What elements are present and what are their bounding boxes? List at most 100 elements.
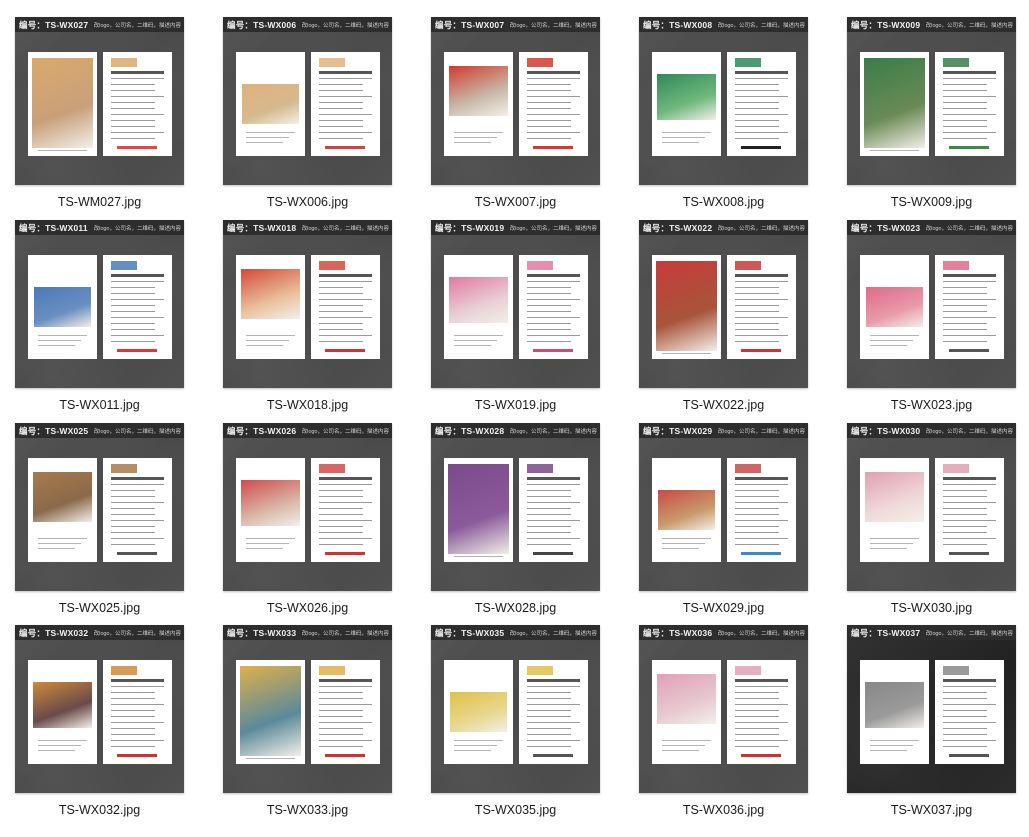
file-tile[interactable]: 编号：TS-WX018 改logo，公司名，二维码，描述内容 TS-WX018.jp…	[223, 220, 431, 420]
file-thumbnail[interactable]: 编号：TS-WX035 改logo，公司名，二维码，描述内容	[431, 625, 600, 793]
file-name[interactable]: TS-WX037.jpg	[847, 803, 1016, 817]
file-name[interactable]: TS-WX019.jpg	[431, 398, 600, 412]
form-line	[527, 686, 580, 687]
file-thumbnail[interactable]: 编号：TS-WX022 改logo，公司名，二维码，描述内容	[639, 220, 808, 388]
form-line	[111, 526, 155, 527]
text-line	[246, 340, 289, 341]
file-thumbnail[interactable]: 编号：TS-WX033 改logo，公司名，二维码，描述内容	[223, 625, 392, 793]
file-name[interactable]: TS-WX036.jpg	[639, 803, 808, 817]
file-name[interactable]: TS-WX008.jpg	[639, 195, 808, 209]
card-title-bar	[319, 679, 372, 682]
card-illustration	[864, 58, 925, 148]
form-line	[319, 734, 363, 735]
card-footer-mark	[117, 349, 157, 352]
file-name[interactable]: TS-WX030.jpg	[847, 601, 1016, 615]
form-line	[943, 532, 987, 533]
file-name[interactable]: TS-WX028.jpg	[431, 601, 600, 615]
form-line	[943, 746, 987, 747]
file-tile[interactable]: 编号：TS-WX023 改logo，公司名，二维码，描述内容 TS-WX023.jp…	[847, 220, 1029, 420]
file-tile[interactable]: 编号：TS-WX035 改logo，公司名，二维码，描述内容 TS-WX035.jp…	[431, 625, 639, 825]
file-name[interactable]: TS-WX009.jpg	[847, 195, 1016, 209]
file-thumbnail[interactable]: 编号：TS-WX019 改logo，公司名，二维码，描述内容	[431, 220, 600, 388]
file-tile[interactable]: 编号：TS-WX027 改logo，公司名，二维码，描述内容 TS-WM027.jp…	[15, 17, 223, 217]
file-tile[interactable]: 编号：TS-WX030 改logo，公司名，二维码，描述内容 TS-WX030.jp…	[847, 423, 1029, 623]
file-thumbnail[interactable]: 编号：TS-WX009 改logo，公司名，二维码，描述内容	[847, 17, 1016, 185]
file-tile[interactable]: 编号：TS-WX026 改logo，公司名，二维码，描述内容 TS-WX026.jp…	[223, 423, 431, 623]
text-line	[454, 345, 491, 346]
file-tile[interactable]: 编号：TS-WX019 改logo，公司名，二维码，描述内容 TS-WX019.jp…	[431, 220, 639, 420]
card-back-preview	[519, 52, 588, 156]
form-line	[111, 508, 155, 509]
text-line	[662, 137, 705, 138]
card-title-bar	[527, 477, 580, 480]
file-name[interactable]: TS-WX032.jpg	[15, 803, 184, 817]
form-line	[319, 323, 363, 324]
header-description: 改logo，公司名，二维码，描述内容	[93, 428, 181, 435]
file-name[interactable]: TS-WX023.jpg	[847, 398, 1016, 412]
file-tile[interactable]: 编号：TS-WX028 改logo，公司名，二维码，描述内容 TS-WX028.jp…	[431, 423, 639, 623]
file-thumbnail[interactable]: 编号：TS-WX006 改logo，公司名，二维码，描述内容	[223, 17, 392, 185]
file-name[interactable]: TS-WX029.jpg	[639, 601, 808, 615]
file-thumbnail[interactable]: 编号：TS-WX028 改logo，公司名，二维码，描述内容	[431, 423, 600, 591]
file-thumbnail[interactable]: 编号：TS-WX026 改logo，公司名，二维码，描述内容	[223, 423, 392, 591]
file-tile[interactable]: 编号：TS-WX037 改logo，公司名，二维码，描述内容 TS-WX037.jp…	[847, 625, 1029, 825]
form-line	[735, 526, 779, 527]
file-name[interactable]: TS-WM027.jpg	[15, 195, 184, 209]
file-tile[interactable]: 编号：TS-WX032 改logo，公司名，二维码，描述内容 TS-WX032.jp…	[15, 625, 223, 825]
form-line	[319, 78, 372, 79]
file-thumbnail[interactable]: 编号：TS-WX037 改logo，公司名，二维码，描述内容	[847, 625, 1016, 793]
product-code: 编号：TS-WX027	[19, 19, 89, 30]
file-thumbnail[interactable]: 编号：TS-WX008 改logo，公司名，二维码，描述内容	[639, 17, 808, 185]
form-line	[527, 740, 580, 741]
file-thumbnail[interactable]: 编号：TS-WX032 改logo，公司名，二维码，描述内容	[15, 625, 184, 793]
form-line	[735, 96, 788, 97]
file-name[interactable]: TS-WX026.jpg	[223, 601, 392, 615]
file-tile[interactable]: 编号：TS-WX033 改logo，公司名，二维码，描述内容 TS-WX033.jp…	[223, 625, 431, 825]
form-line	[943, 305, 987, 306]
form-line	[735, 341, 779, 342]
file-name[interactable]: TS-WX006.jpg	[223, 195, 392, 209]
file-thumbnail[interactable]: 编号：TS-WX011 改logo，公司名，二维码，描述内容	[15, 220, 184, 388]
card-illustration	[657, 74, 716, 120]
card-title-bar	[319, 274, 372, 277]
text-line	[662, 543, 705, 544]
form-line	[735, 299, 788, 300]
form-line	[943, 287, 987, 288]
file-tile[interactable]: 编号：TS-WX036 改logo，公司名，二维码，描述内容 TS-WX036.jp…	[639, 625, 847, 825]
file-name[interactable]: TS-WX025.jpg	[15, 601, 184, 615]
file-name[interactable]: TS-WX007.jpg	[431, 195, 600, 209]
file-tile[interactable]: 编号：TS-WX022 改logo，公司名，二维码，描述内容 TS-WX022.jp…	[639, 220, 847, 420]
form-line	[111, 341, 155, 342]
card-logo	[527, 58, 553, 67]
file-name[interactable]: TS-WX033.jpg	[223, 803, 392, 817]
file-tile[interactable]: 编号：TS-WX008 改logo，公司名，二维码，描述内容 TS-WX008.jp…	[639, 17, 847, 217]
form-line	[111, 329, 155, 330]
file-thumbnail[interactable]: 编号：TS-WX036 改logo，公司名，二维码，描述内容	[639, 625, 808, 793]
file-tile[interactable]: 编号：TS-WX009 改logo，公司名，二维码，描述内容 TS-WX009.jp…	[847, 17, 1029, 217]
form-line	[111, 716, 155, 717]
file-thumbnail[interactable]: 编号：TS-WX018 改logo，公司名，二维码，描述内容	[223, 220, 392, 388]
file-thumbnail[interactable]: 编号：TS-WX027 改logo，公司名，二维码，描述内容	[15, 17, 184, 185]
form-line	[527, 722, 580, 723]
file-thumbnail[interactable]: 编号：TS-WX025 改logo，公司名，二维码，描述内容	[15, 423, 184, 591]
card-logo	[735, 464, 761, 473]
form-line	[527, 544, 571, 545]
file-thumbnail[interactable]: 编号：TS-WX007 改logo，公司名，二维码，描述内容	[431, 17, 600, 185]
form-line	[319, 126, 363, 127]
file-name[interactable]: TS-WX011.jpg	[15, 398, 184, 412]
file-name[interactable]: TS-WX035.jpg	[431, 803, 600, 817]
form-line	[111, 78, 164, 79]
file-name[interactable]: TS-WX022.jpg	[639, 398, 808, 412]
file-thumbnail[interactable]: 编号：TS-WX023 改logo，公司名，二维码，描述内容	[847, 220, 1016, 388]
file-tile[interactable]: 编号：TS-WX007 改logo，公司名，二维码，描述内容 TS-WX007.jp…	[431, 17, 639, 217]
file-thumbnail[interactable]: 编号：TS-WX029 改logo，公司名，二维码，描述内容	[639, 423, 808, 591]
file-thumbnail[interactable]: 编号：TS-WX030 改logo，公司名，二维码，描述内容	[847, 423, 1016, 591]
card-title-bar	[319, 477, 372, 480]
file-tile[interactable]: 编号：TS-WX006 改logo，公司名，二维码，描述内容 TS-WX006.jp…	[223, 17, 431, 217]
file-tile[interactable]: 编号：TS-WX029 改logo，公司名，二维码，描述内容 TS-WX029.jp…	[639, 423, 847, 623]
file-name[interactable]: TS-WX018.jpg	[223, 398, 392, 412]
form-line	[319, 490, 363, 491]
file-tile[interactable]: 编号：TS-WX025 改logo，公司名，二维码，描述内容 TS-WX025.jp…	[15, 423, 223, 623]
file-tile[interactable]: 编号：TS-WX011 改logo，公司名，二维码，描述内容 TS-WX011.jp…	[15, 220, 223, 420]
card-front-preview	[236, 52, 305, 156]
